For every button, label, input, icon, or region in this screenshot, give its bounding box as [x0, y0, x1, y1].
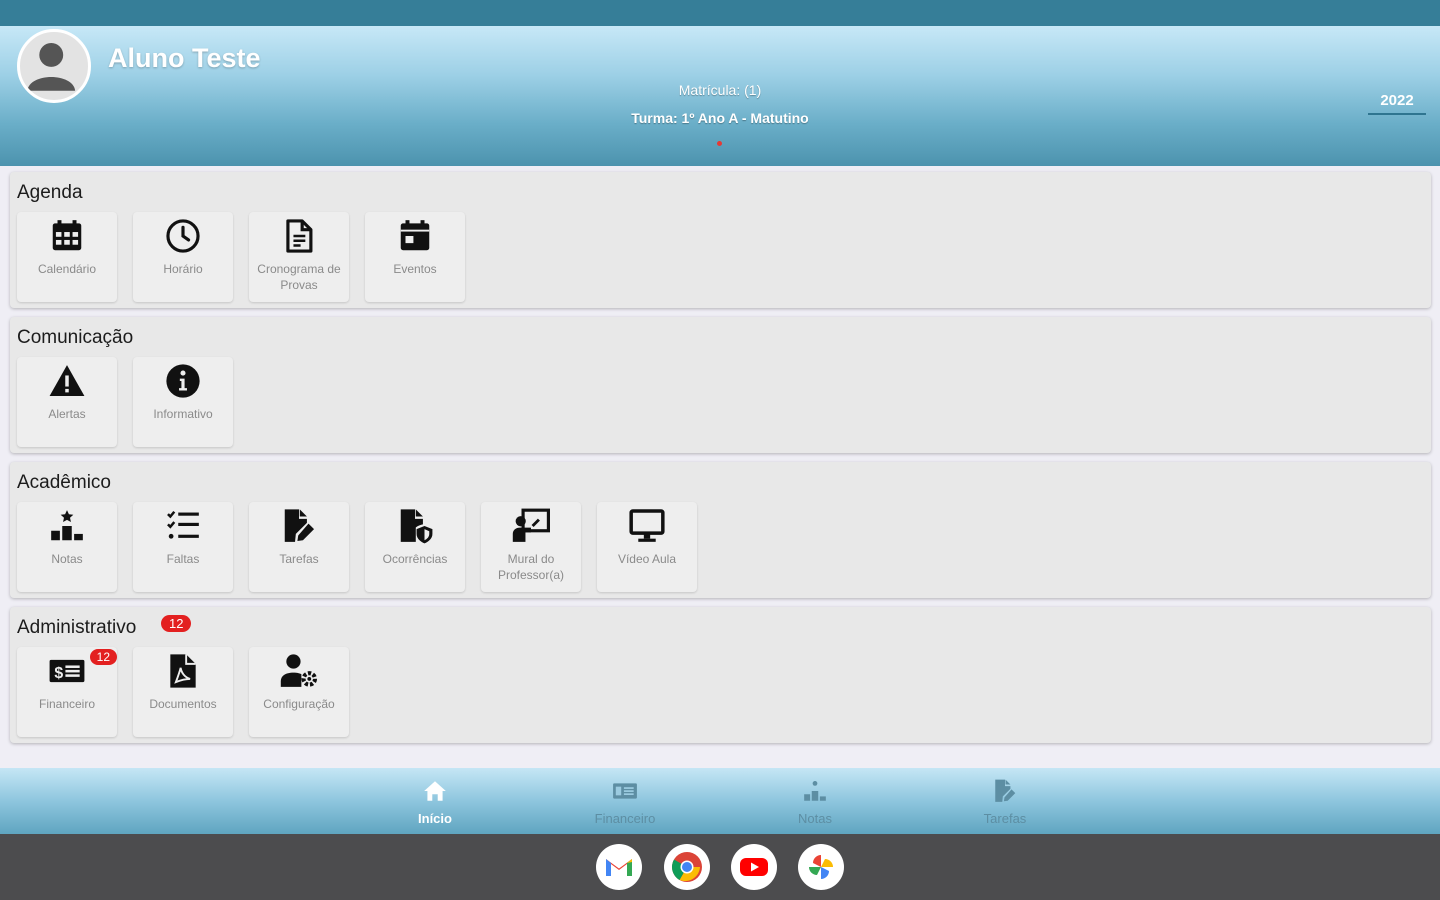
section-comunicacao: Comunicação Alertas Informativo [10, 317, 1431, 453]
file-edit-icon [284, 509, 315, 542]
notification-badge: 12 [161, 615, 192, 632]
document-icon [286, 219, 313, 253]
tile-calendario[interactable]: Calendário [17, 212, 117, 302]
tile-mural-do-professor[interactable]: Mural do Professor(a) [481, 502, 581, 592]
tile-notas[interactable]: Notas [17, 502, 117, 592]
photos-app[interactable] [798, 844, 844, 890]
tile-label: Eventos [393, 262, 437, 276]
chrome-icon [671, 852, 702, 882]
section-academico: Acadêmico Notas Faltas Tarefas Ocorrênci… [10, 462, 1431, 598]
tile-cronograma-de-provas[interactable]: Cronograma de Provas [249, 212, 349, 302]
chrome-app[interactable] [664, 844, 710, 890]
notification-badge: 12 [89, 649, 117, 665]
gmail-app[interactable] [596, 844, 642, 890]
tile-eventos[interactable]: Eventos [365, 212, 465, 302]
tile-label: Faltas [166, 552, 200, 566]
tile-label: Informativo [153, 407, 213, 421]
tile-label: Horário [163, 262, 203, 276]
nav-notas[interactable]: Notas [760, 778, 870, 826]
section-title: Comunicação [17, 327, 134, 348]
tile-alertas[interactable]: Alertas [17, 357, 117, 447]
page-indicator-dot [717, 141, 722, 146]
tile-label: Cronograma de Provas [257, 262, 341, 292]
tile-financeiro[interactable]: $ 12 Financeiro [17, 647, 117, 737]
podium-icon [51, 510, 83, 541]
user-settings-icon [280, 654, 318, 687]
podium-icon [804, 781, 826, 801]
nav-tarefas[interactable]: Tarefas [950, 778, 1060, 826]
tile-video-aula[interactable]: Vídeo Aula [597, 502, 697, 592]
tile-label: Configuração [263, 697, 335, 711]
info-icon [166, 364, 200, 398]
home-icon [424, 781, 446, 801]
os-dock [0, 834, 1440, 900]
tile-label: Financeiro [38, 697, 96, 711]
status-bar [0, 0, 1440, 26]
clock-icon [166, 219, 200, 253]
warning-icon [49, 365, 85, 397]
student-name: Aluno Teste [108, 43, 261, 73]
tile-informativo[interactable]: Informativo [133, 357, 233, 447]
money-icon [613, 783, 637, 799]
tile-label: Mural do Professor(a) [497, 552, 565, 582]
tile-label: Documentos [149, 697, 217, 711]
photos-icon [809, 855, 833, 879]
svg-text:$: $ [54, 665, 63, 682]
file-shield-icon [400, 509, 433, 544]
tile-tarefas[interactable]: Tarefas [249, 502, 349, 592]
nav-label: Início [418, 811, 452, 826]
tile-label: Vídeo Aula [617, 552, 677, 566]
matricula-text: Matrícula: (1) [678, 82, 762, 98]
nav-label: Tarefas [983, 811, 1027, 826]
nav-label: Notas [798, 811, 832, 826]
bottom-navigation: Início Financeiro Notas Tarefas [0, 768, 1440, 834]
nav-financeiro[interactable]: Financeiro [570, 778, 680, 826]
tile-label: Ocorrências [382, 552, 448, 566]
tile-label: Notas [51, 552, 83, 566]
calendar-icon [52, 220, 82, 251]
app-header: Aluno Teste Matrícula: (1) Turma: 1º Ano… [0, 26, 1440, 166]
gmail-icon [606, 859, 632, 876]
event-icon [400, 220, 430, 251]
tile-faltas[interactable]: Faltas [133, 502, 233, 592]
year-selector[interactable]: 2022 [1368, 92, 1426, 115]
tile-configuracao[interactable]: Configuração [249, 647, 349, 737]
section-title: Administrativo [17, 617, 137, 638]
nav-inicio[interactable]: Início [380, 778, 490, 826]
youtube-icon [740, 858, 768, 876]
section-title: Acadêmico [17, 472, 111, 493]
checklist-icon [167, 510, 199, 539]
tile-documentos[interactable]: Documentos [133, 647, 233, 737]
tile-label: Alertas [48, 407, 86, 421]
tile-ocorrencias[interactable]: Ocorrências [365, 502, 465, 592]
pdf-file-icon [170, 654, 196, 688]
money-icon: $ [49, 659, 85, 682]
nav-label: Financeiro [594, 811, 656, 826]
file-edit-icon [995, 779, 1016, 802]
youtube-app[interactable] [731, 844, 777, 890]
tile-horario[interactable]: Horário [133, 212, 233, 302]
user-avatar-icon [27, 43, 76, 91]
monitor-icon [629, 509, 665, 542]
section-title: Agenda [17, 182, 83, 203]
tile-label: Calendário [37, 262, 97, 276]
tile-label: Tarefas [279, 552, 319, 566]
section-administrativo: Administrativo 12 $ 12 Financeiro Docume… [10, 607, 1431, 743]
avatar[interactable] [17, 29, 91, 103]
teacher-board-icon [512, 508, 550, 542]
section-agenda: Agenda Calendário Horário Cronograma de … [10, 172, 1431, 308]
turma-text: Turma: 1º Ano A - Matutino [631, 110, 809, 126]
